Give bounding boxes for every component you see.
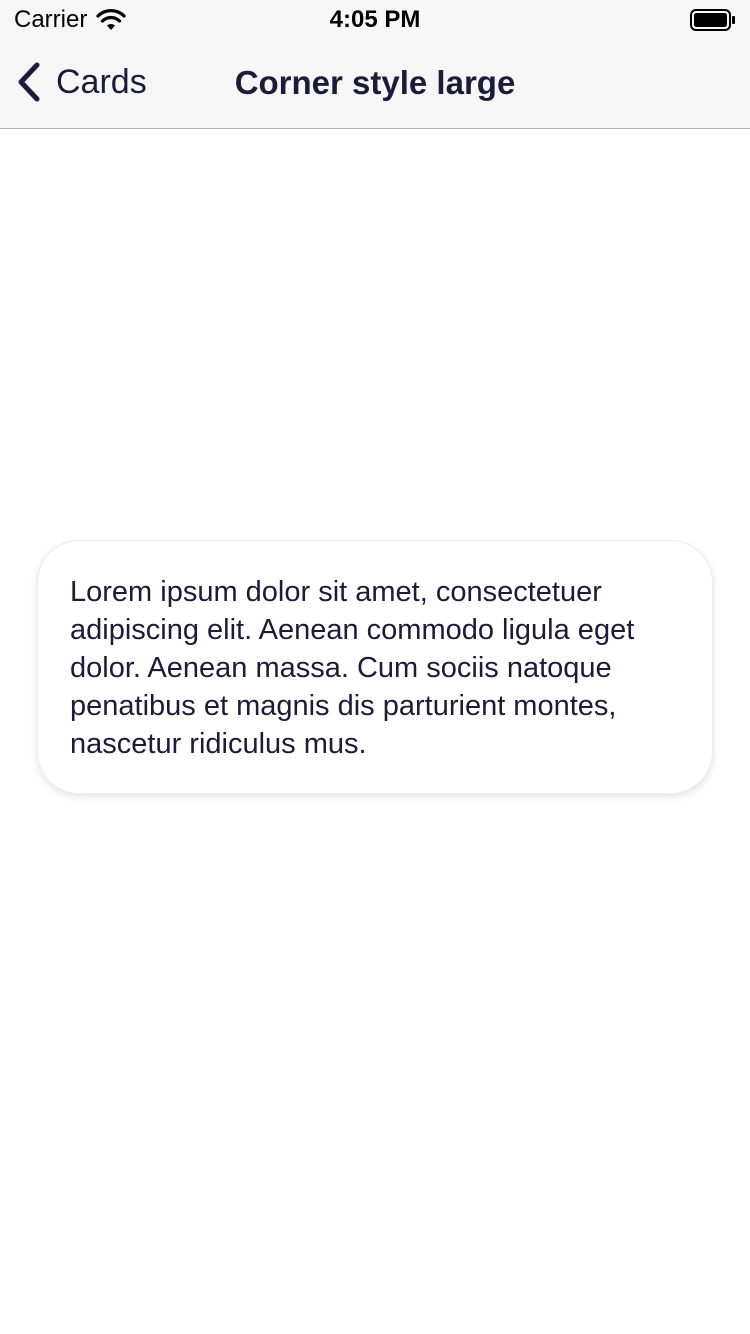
battery-icon bbox=[690, 9, 735, 31]
card: Lorem ipsum dolor sit amet, consectetuer… bbox=[37, 540, 713, 794]
navigation-bar: Cards Corner style large bbox=[0, 40, 750, 129]
status-time: 4:05 PM bbox=[329, 6, 421, 33]
status-bar: Carrier 4:05 PM bbox=[0, 0, 750, 40]
page-title: Corner style large bbox=[234, 64, 516, 101]
card-text: Lorem ipsum dolor sit amet, consectetuer… bbox=[70, 576, 635, 760]
